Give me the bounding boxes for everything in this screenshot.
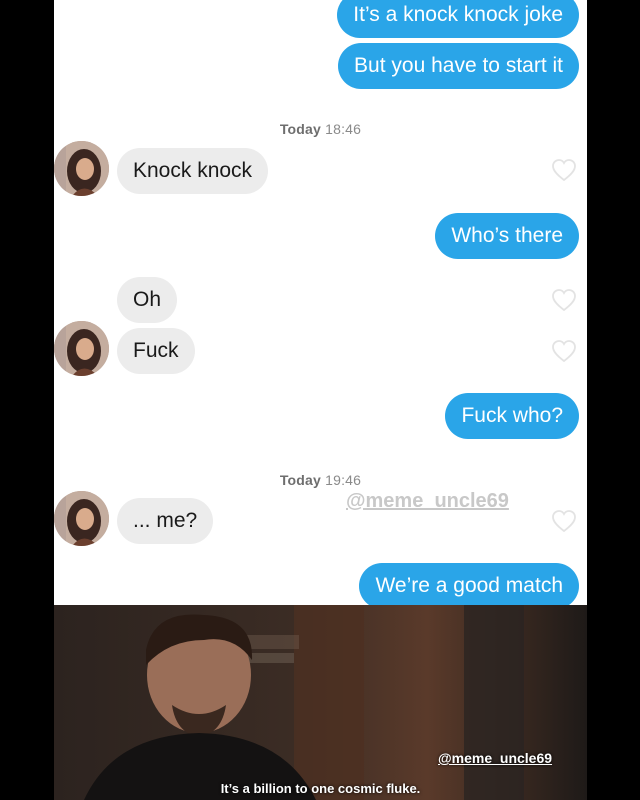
message-text: Fuck	[133, 339, 179, 362]
movie-scene-image	[54, 605, 587, 800]
avatar[interactable]	[54, 321, 109, 376]
avatar-photo	[54, 141, 109, 196]
message-text: Knock knock	[133, 159, 253, 182]
heart-outline-icon[interactable]	[551, 288, 577, 312]
message-text: But you have to start it	[354, 54, 563, 77]
timestamp-time: 18:46	[325, 121, 362, 137]
timestamp-time: 19:46	[325, 472, 362, 488]
watermark: @meme_uncle69	[346, 490, 509, 512]
message-text: Fuck who?	[461, 404, 563, 427]
message-outgoing: It’s a knock knock joke	[337, 0, 579, 38]
timestamp: Today 18:46	[54, 121, 587, 137]
movie-subtitle: It’s a billion to one cosmic fluke.	[220, 781, 421, 796]
heart-outline-icon[interactable]	[551, 339, 577, 363]
message-incoming: ... me?	[117, 498, 214, 544]
message-text: Who’s there	[451, 224, 563, 247]
avatar[interactable]	[54, 141, 109, 196]
message-text: It’s a knock knock joke	[353, 3, 563, 26]
message-outgoing: But you have to start it	[338, 43, 579, 89]
avatar-photo	[54, 491, 109, 546]
avatar-photo	[54, 321, 109, 376]
message-outgoing: Who’s there	[435, 213, 579, 259]
message-outgoing: Fuck who?	[445, 393, 579, 439]
message-incoming: Knock knock	[117, 148, 269, 194]
timestamp-day: Today	[279, 121, 322, 137]
movie-still: @meme_uncle69 It’s a billion to one cosm…	[54, 605, 587, 800]
chat-screenshot: It’s a knock knock joke But you have to …	[54, 0, 587, 605]
avatar[interactable]	[54, 491, 109, 546]
heart-outline-icon[interactable]	[551, 509, 577, 533]
timestamp-day: Today	[279, 472, 322, 488]
watermark: @meme_uncle69	[438, 750, 553, 766]
heart-outline-icon[interactable]	[551, 158, 577, 182]
message-incoming: Fuck	[117, 328, 195, 374]
message-text: ... me?	[133, 509, 198, 532]
message-text: Oh	[133, 288, 162, 311]
message-outgoing: We’re a good match	[359, 563, 579, 605]
message-text: We’re a good match	[375, 574, 563, 597]
message-incoming: Oh	[117, 277, 178, 323]
timestamp: Today 19:46	[54, 472, 587, 488]
